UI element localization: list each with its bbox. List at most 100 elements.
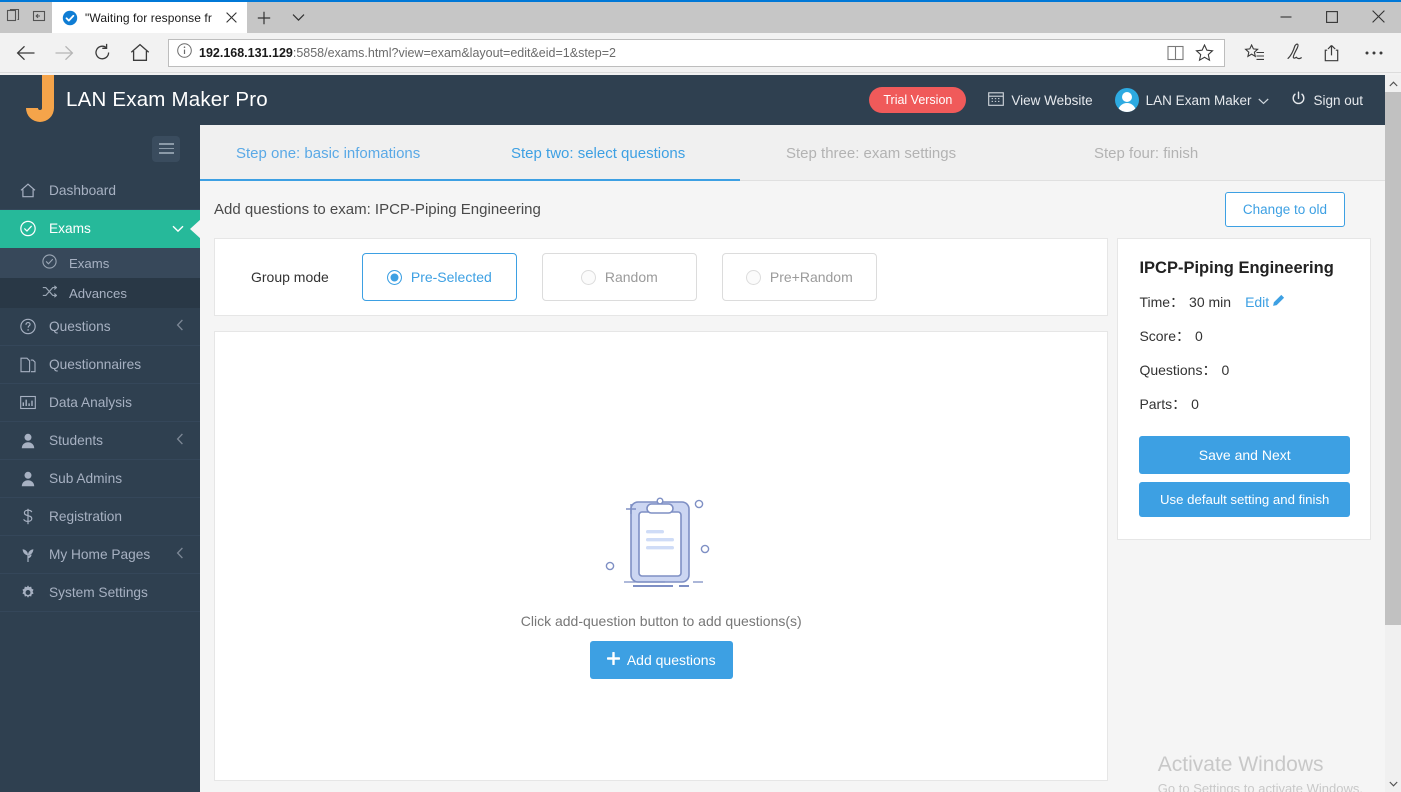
trial-version-badge[interactable]: Trial Version	[869, 87, 966, 113]
brand[interactable]: LAN Exam Maker Pro	[0, 75, 200, 130]
blue-check-favicon	[62, 10, 78, 26]
tab-step-three[interactable]: Step three: exam settings	[786, 145, 956, 162]
window-controls	[1263, 0, 1401, 33]
pen-icon[interactable]	[1275, 36, 1313, 70]
new-tab-button[interactable]	[247, 2, 281, 33]
leaf-icon	[20, 547, 36, 563]
radio-label: Random	[605, 269, 658, 285]
edit-label: Edit	[1245, 294, 1269, 310]
sidebar-item-exams[interactable]: Exams	[0, 210, 200, 248]
close-icon[interactable]	[1355, 0, 1401, 33]
sidebar: Dashboard Exams Exams	[0, 125, 200, 792]
tab-list-icon[interactable]	[0, 0, 26, 33]
sidebar-item-label: My Home Pages	[49, 547, 163, 562]
hamburger-menu-icon[interactable]	[152, 136, 180, 162]
scroll-up-icon[interactable]	[1385, 75, 1401, 92]
header-actions: Trial Version View Website LAN Exam Make…	[869, 87, 1385, 113]
more-options-icon[interactable]	[1355, 36, 1393, 70]
brand-name: LAN Exam Maker Pro	[66, 88, 268, 112]
star-icon[interactable]	[1191, 40, 1218, 66]
url-host: 192.168.131.129	[199, 46, 293, 60]
user-menu[interactable]: LAN Exam Maker	[1115, 88, 1270, 112]
page-viewport: LAN Exam Maker Pro Trial Version View We…	[0, 75, 1401, 792]
url-text: 192.168.131.129:5858/exams.html?view=exa…	[199, 46, 1155, 60]
content-wrapper: Group mode Pre-Selected Random Pre+Rando…	[200, 238, 1385, 781]
maximize-icon[interactable]	[1309, 0, 1355, 33]
watermark-line-2: Go to Settings to activate Windows.	[1158, 781, 1363, 792]
share-icon[interactable]	[1315, 36, 1353, 70]
sign-out-link[interactable]: Sign out	[1291, 91, 1363, 109]
sidebar-item-label: Exams	[49, 221, 159, 236]
browser-tabstrip: "Waiting for response fr	[0, 0, 1401, 33]
sidebar-item-system-settings[interactable]: System Settings	[0, 574, 200, 612]
sidebar-subitem-label: Exams	[69, 256, 109, 271]
radio-random[interactable]: Random	[542, 253, 697, 301]
radio-pre-selected[interactable]: Pre-Selected	[362, 253, 517, 301]
check-circle-icon	[42, 254, 57, 272]
group-mode-label: Group mode	[251, 269, 329, 285]
browser-navbar: 192.168.131.129:5858/exams.html?view=exa…	[0, 33, 1401, 73]
exam-score-row: Score： 0	[1139, 326, 1350, 346]
browser-window: "Waiting for response fr	[0, 0, 1401, 792]
sidebar-item-sub-admins[interactable]: Sub Admins	[0, 460, 200, 498]
exam-summary-card: IPCP-Piping Engineering Time： 30 min Edi…	[1117, 238, 1371, 540]
favorites-list-icon[interactable]	[1235, 36, 1273, 70]
sidebar-item-registration[interactable]: Registration	[0, 498, 200, 536]
chevron-down-icon	[1258, 93, 1269, 108]
scroll-down-icon[interactable]	[1385, 775, 1401, 792]
user-name: LAN Exam Maker	[1146, 93, 1252, 108]
calendar-icon	[988, 91, 1004, 109]
view-website-link[interactable]: View Website	[988, 91, 1092, 109]
shuffle-icon	[42, 285, 57, 301]
add-questions-button[interactable]: Add questions	[590, 641, 733, 679]
scrollbar-thumb[interactable]	[1385, 92, 1401, 625]
reading-view-icon[interactable]	[1162, 40, 1189, 66]
score-label: Score：	[1139, 326, 1190, 346]
sidebar-item-data-analysis[interactable]: Data Analysis	[0, 384, 200, 422]
sidebar-item-students[interactable]: Students	[0, 422, 200, 460]
refresh-icon[interactable]	[84, 36, 120, 70]
sidebar-item-label: Sub Admins	[49, 471, 184, 486]
sidebar-item-questionnaires[interactable]: Questionnaires	[0, 346, 200, 384]
change-to-old-button[interactable]: Change to old	[1225, 192, 1345, 227]
sidebar-item-dashboard[interactable]: Dashboard	[0, 172, 200, 210]
sidebar-item-label: Dashboard	[49, 183, 184, 198]
page-scrollbar[interactable]	[1385, 75, 1401, 792]
plus-icon	[607, 652, 620, 668]
sidebar-subitem-exams[interactable]: Exams	[0, 248, 200, 278]
edit-time-link[interactable]: Edit	[1245, 294, 1285, 310]
save-and-next-button[interactable]: Save and Next	[1139, 436, 1350, 474]
app-header: LAN Exam Maker Pro Trial Version View We…	[0, 75, 1385, 125]
radio-pre-random[interactable]: Pre+Random	[722, 253, 877, 301]
chevron-left-icon	[176, 319, 184, 334]
radio-dot-icon	[746, 270, 761, 285]
sidebar-item-my-home-pages[interactable]: My Home Pages	[0, 536, 200, 574]
page-title: Add questions to exam: IPCP-Piping Engin…	[214, 201, 541, 218]
use-default-setting-button[interactable]: Use default setting and finish	[1139, 482, 1350, 517]
tab-step-two[interactable]: Step two: select questions	[511, 145, 685, 162]
chevron-left-icon	[176, 433, 184, 448]
tab-title: "Waiting for response fr	[85, 11, 214, 25]
home-icon[interactable]	[122, 36, 158, 70]
navbar-right-actions	[1235, 36, 1393, 70]
tab-step-one[interactable]: Step one: basic infomations	[236, 145, 420, 162]
chevron-left-icon	[176, 547, 184, 562]
set-tabs-aside-icon[interactable]	[26, 0, 52, 33]
exam-questions-row: Questions： 0	[1139, 360, 1350, 380]
sidebar-item-questions[interactable]: Questions	[0, 308, 200, 346]
tab-step-four[interactable]: Step four: finish	[1094, 145, 1198, 162]
browser-tab[interactable]: "Waiting for response fr	[52, 2, 247, 33]
questions-label: Questions：	[1139, 360, 1216, 380]
sidebar-subitem-advances[interactable]: Advances	[0, 278, 200, 308]
view-website-label: View Website	[1011, 93, 1092, 108]
sidebar-item-label: System Settings	[49, 585, 184, 600]
home-icon	[20, 183, 36, 198]
back-arrow-icon[interactable]	[8, 36, 44, 70]
minimize-icon[interactable]	[1263, 0, 1309, 33]
chevron-down-icon[interactable]	[281, 2, 315, 33]
questions-empty-state-card: Click add-question button to add questio…	[214, 331, 1108, 781]
address-bar[interactable]: 192.168.131.129:5858/exams.html?view=exa…	[168, 39, 1225, 67]
close-icon[interactable]	[221, 7, 241, 29]
info-icon[interactable]	[177, 43, 192, 63]
forward-arrow-icon[interactable]	[46, 36, 82, 70]
